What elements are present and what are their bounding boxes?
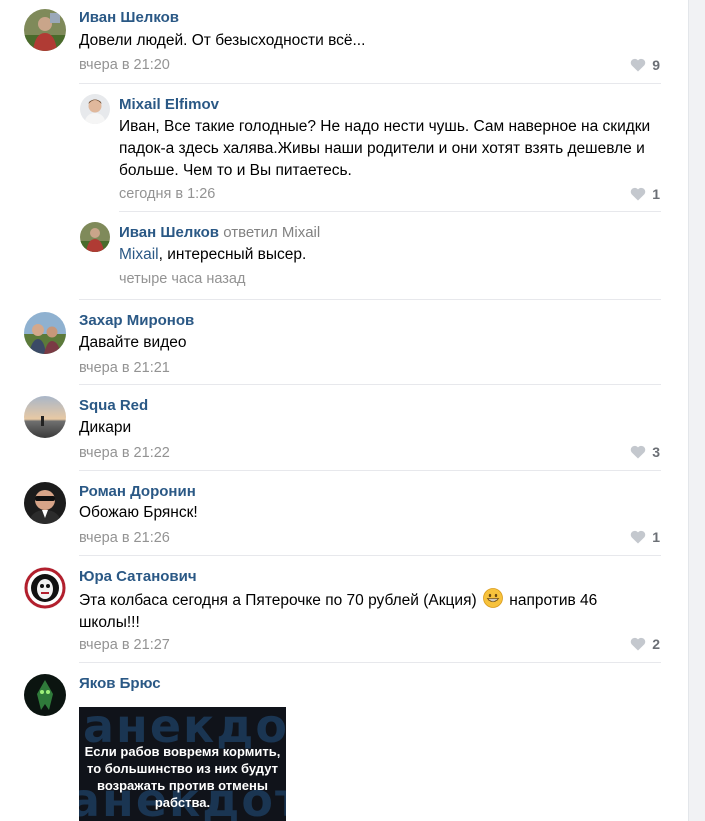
divider: [79, 83, 661, 84]
comment-text: Иван, Все такие голодные? Не надо нести …: [119, 118, 651, 179]
avatar[interactable]: [24, 567, 66, 609]
like-count: 3: [652, 444, 660, 460]
avatar[interactable]: [24, 312, 66, 354]
comment-author[interactable]: Захар Миронов: [79, 312, 194, 329]
like-button[interactable]: 2: [630, 636, 660, 652]
avatar[interactable]: [80, 222, 110, 252]
heart-icon: [630, 445, 646, 459]
divider: [79, 662, 661, 663]
like-button[interactable]: 3: [630, 444, 660, 460]
comment-text: Обожаю Брянск!: [79, 504, 198, 521]
heart-icon: [630, 58, 646, 72]
divider: [79, 470, 661, 471]
comment-author[interactable]: Squa Red: [79, 397, 148, 414]
comment-timestamp[interactable]: вчера в 21:22: [79, 445, 170, 461]
comment-author[interactable]: Яков Брюс: [79, 675, 161, 692]
scrollbar[interactable]: [688, 0, 705, 821]
heart-icon: [630, 187, 646, 201]
avatar[interactable]: [24, 482, 66, 524]
comment-timestamp[interactable]: вчера в 21:27: [79, 637, 170, 653]
like-count: 2: [652, 636, 660, 652]
author-name[interactable]: Иван Шелков: [119, 224, 219, 241]
image-caption: Если рабов вовремя кормить, то большинст…: [84, 744, 281, 810]
avatar[interactable]: [24, 674, 66, 716]
avatar[interactable]: [24, 396, 66, 438]
comment-text: Довели людей. От безысходности всё...: [79, 32, 366, 49]
like-count: 1: [652, 529, 660, 545]
attached-image[interactable]: анекдоты.n анекдоты.n Если рабов вовремя…: [79, 707, 286, 821]
like-button[interactable]: 1: [630, 529, 660, 545]
comment-timestamp[interactable]: четыре часа назад: [119, 271, 245, 287]
heart-icon: [630, 530, 646, 544]
like-button[interactable]: 9: [630, 57, 660, 73]
comment-text: Mixail, интересный высер.: [119, 244, 664, 266]
comment-text-part: Эта колбаса сегодня а Пятерочке по 70 ру…: [79, 592, 477, 609]
replied-to-label[interactable]: ответил Mixail: [223, 224, 320, 241]
comment-timestamp[interactable]: вчера в 21:20: [79, 57, 170, 73]
mention-link[interactable]: Mixail: [119, 246, 159, 263]
grinning-face-emoji: [483, 588, 503, 608]
heart-icon: [630, 637, 646, 651]
comment-author: Иван Шелков ответил Mixail: [119, 224, 320, 241]
comment-author[interactable]: Mixail Elfimov: [119, 96, 219, 113]
comment-text: Давайте видео: [79, 334, 187, 351]
comment-author[interactable]: Иван Шелков: [79, 9, 179, 26]
avatar[interactable]: [80, 94, 110, 124]
comment-author[interactable]: Юра Сатанович: [79, 568, 197, 585]
like-count: 1: [652, 186, 660, 202]
like-button[interactable]: 1: [630, 186, 660, 202]
comment-text: Дикари: [79, 419, 132, 436]
comments-feed: Иван Шелков Довели людей. От безысходнос…: [0, 0, 688, 821]
divider: [79, 299, 661, 300]
comment-timestamp[interactable]: вчера в 21:21: [79, 360, 170, 376]
comment-text-body: , интересный высер.: [158, 246, 307, 263]
comment-author[interactable]: Роман Доронин: [79, 483, 196, 500]
avatar[interactable]: [24, 9, 66, 51]
divider: [119, 211, 661, 212]
comment-timestamp[interactable]: сегодня в 1:26: [119, 186, 215, 202]
divider: [79, 384, 661, 385]
comment-timestamp[interactable]: вчера в 21:26: [79, 530, 170, 546]
divider: [79, 555, 661, 556]
comment-text: Эта колбаса сегодня а Пятерочке по 70 ру…: [79, 588, 639, 634]
like-count: 9: [652, 57, 660, 73]
